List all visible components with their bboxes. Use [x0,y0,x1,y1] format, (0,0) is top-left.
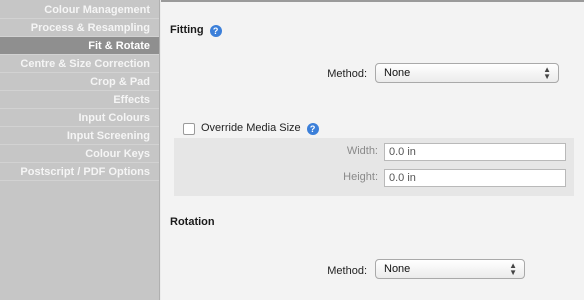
fitting-method-label: Method: [327,68,367,80]
width-label: Width: [346,145,378,157]
rotation-method-select[interactable]: None ▲ ▼ [375,259,525,279]
override-media-size-label: Override Media Size [201,122,301,134]
sidebar-item-label: Postscript / PDF Options [20,166,150,178]
height-field[interactable]: 0.0 in [384,169,566,187]
fitting-title: Fitting [170,24,204,36]
override-media-size-checkbox[interactable] [183,123,195,135]
sidebar-item-postscript-pdf-options[interactable]: Postscript / PDF Options [0,163,159,181]
chevron-updown-icon: ▲ ▼ [509,261,517,277]
fitting-section-title: Fitting? [170,24,222,37]
sidebar-item-label: Centre & Size Correction [20,58,150,70]
height-label: Height: [343,171,378,183]
rotation-method-value: None [384,263,411,275]
override-media-size-label-wrap: Override Media Size? [201,122,319,135]
sidebar-item-colour-management[interactable]: Colour Management [0,0,159,19]
sidebar-item-fit-rotate[interactable]: Fit & Rotate [0,37,159,55]
sidebar-item-label: Colour Management [44,4,150,16]
help-icon[interactable]: ? [306,123,319,135]
sidebar-item-label: Input Screening [66,130,150,142]
sidebar-item-centre-size-correction[interactable]: Centre & Size Correction [0,55,159,73]
sidebar-item-label: Process & Resampling [30,22,150,34]
fitting-method-value: None [384,67,411,79]
help-icon[interactable]: ? [209,25,222,37]
sidebar-item-label: Input Colours [78,112,151,124]
settings-panel: Fitting? Method: None ▲ ▼ Override Media … [161,0,584,300]
sidebar-item-label: Effects [113,94,150,106]
rotation-method-label: Method: [327,265,367,277]
fitting-method-select[interactable]: None ▲ ▼ [375,63,559,83]
sidebar-item-label: Colour Keys [85,148,150,160]
sidebar-item-input-screening[interactable]: Input Screening [0,127,159,145]
rotation-section-title: Rotation [170,216,215,228]
sidebar-item-input-colours[interactable]: Input Colours [0,109,159,127]
override-media-size-group: Width: 0.0 in Height: 0.0 in [174,138,574,196]
sidebar-item-process-resampling[interactable]: Process & Resampling [0,19,159,37]
chevron-updown-icon: ▲ ▼ [543,65,551,81]
sidebar-item-colour-keys[interactable]: Colour Keys [0,145,159,163]
width-field[interactable]: 0.0 in [384,143,566,161]
sidebar-item-label: Fit & Rotate [88,40,150,52]
sidebar-item-crop-pad[interactable]: Crop & Pad [0,73,159,91]
sidebar-item-effects[interactable]: Effects [0,91,159,109]
sidebar-item-label: Crop & Pad [90,76,150,88]
sidebar: Colour Management Process & Resampling F… [0,0,160,300]
